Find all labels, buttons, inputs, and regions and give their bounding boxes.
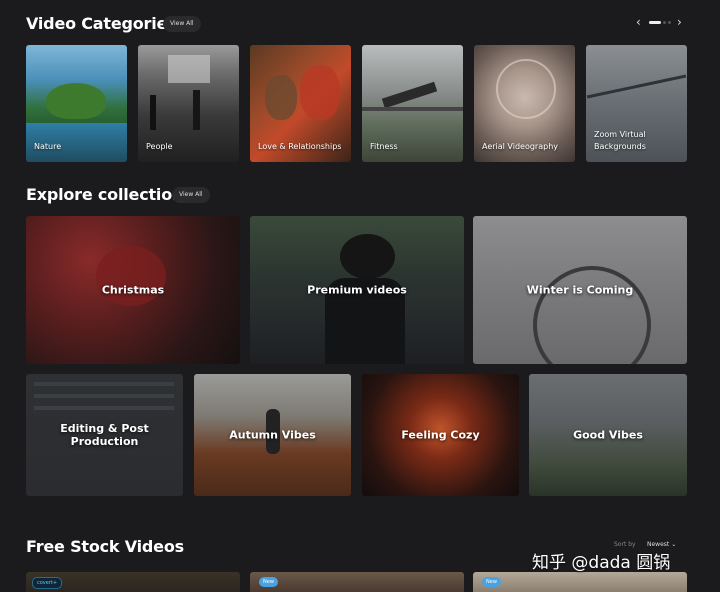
category-label: Zoom Virtual Backgrounds — [594, 130, 646, 151]
category-tile-people[interactable]: People — [138, 45, 239, 162]
collection-tile-christmas[interactable]: Christmas — [26, 216, 240, 364]
collection-label: Premium videos — [307, 283, 407, 297]
carousel-dot[interactable] — [663, 21, 666, 24]
category-tile-love-relationships[interactable]: Love & Relationships — [250, 45, 351, 162]
ui-panel-line — [34, 382, 174, 386]
watermark-text: 知乎 @dada 圆锅 — [532, 553, 671, 573]
road-curve-shape — [533, 266, 651, 364]
rail-shape — [362, 107, 463, 111]
stock-video-tile[interactable]: New — [473, 572, 687, 592]
collection-tile-autumn-vibes[interactable]: Autumn Vibes — [194, 374, 351, 496]
ui-panel-line — [34, 406, 174, 410]
sort-value: Newest — [647, 541, 670, 548]
collection-label: Christmas — [101, 283, 165, 297]
collection-tile-premium-videos[interactable]: Premium videos — [250, 216, 464, 364]
roundabout-shape — [496, 59, 556, 119]
free-stock-videos-title: Free Stock Videos — [26, 537, 184, 556]
new-badge: New — [482, 577, 501, 587]
collection-label: Editing & Post Production — [60, 422, 149, 448]
new-badge: New — [259, 577, 278, 587]
window-light-shape — [168, 55, 210, 83]
sort-by-label: Sort by — [614, 541, 636, 548]
category-label: Love & Relationships — [258, 142, 342, 151]
collection-label: Feeling Cozy — [401, 428, 480, 442]
category-tile-fitness[interactable]: Fitness — [362, 45, 463, 162]
carousel-next-icon[interactable]: › — [677, 14, 682, 30]
carousel-dot-active[interactable] — [649, 21, 661, 24]
person-silhouette — [193, 90, 200, 130]
brand-badge: covert+ — [32, 577, 63, 589]
stock-video-tile[interactable]: New — [250, 572, 464, 592]
category-tile-aerial-videography[interactable]: Aerial Videography — [474, 45, 575, 162]
collection-label: Autumn Vibes — [229, 428, 316, 442]
collection-label: Good Vibes — [573, 428, 643, 442]
bridge-shape — [586, 74, 687, 99]
category-label: Nature — [34, 142, 62, 151]
explore-collections-view-all-button[interactable]: View All — [172, 187, 210, 203]
carousel-prev-icon[interactable]: ‹ — [636, 14, 641, 30]
collection-tile-feeling-cozy[interactable]: Feeling Cozy — [362, 374, 519, 496]
collection-tile-good-vibes[interactable]: Good Vibes — [529, 374, 687, 496]
collection-tile-winter-is-coming[interactable]: Winter is Coming — [473, 216, 687, 364]
person-silhouette — [150, 95, 156, 130]
hair-shape — [340, 234, 395, 279]
chevron-down-icon: ⌄ — [671, 541, 677, 548]
category-tile-zoom-virtual-backgrounds[interactable]: Zoom Virtual Backgrounds — [586, 45, 687, 162]
figure-shape — [300, 65, 340, 120]
collection-tile-editing-post-production[interactable]: Editing & Post Production — [26, 374, 183, 496]
category-label: Fitness — [370, 142, 398, 151]
collection-label: Winter is Coming — [526, 283, 634, 297]
video-categories-view-all-button[interactable]: View All — [163, 16, 201, 32]
carousel-dot[interactable] — [668, 21, 671, 24]
category-label: Aerial Videography — [482, 142, 558, 151]
person-shape — [381, 81, 438, 109]
figure-shape — [265, 75, 297, 120]
category-label: People — [146, 142, 173, 151]
island-shape — [46, 83, 106, 119]
video-categories-title: Video Categories — [26, 14, 177, 33]
category-tile-nature[interactable]: Nature — [26, 45, 127, 162]
ui-panel-line — [34, 394, 174, 398]
stock-video-tile[interactable]: covert+ — [26, 572, 240, 592]
ornament-shape — [96, 246, 166, 306]
explore-collections-title: Explore collections — [26, 185, 193, 204]
